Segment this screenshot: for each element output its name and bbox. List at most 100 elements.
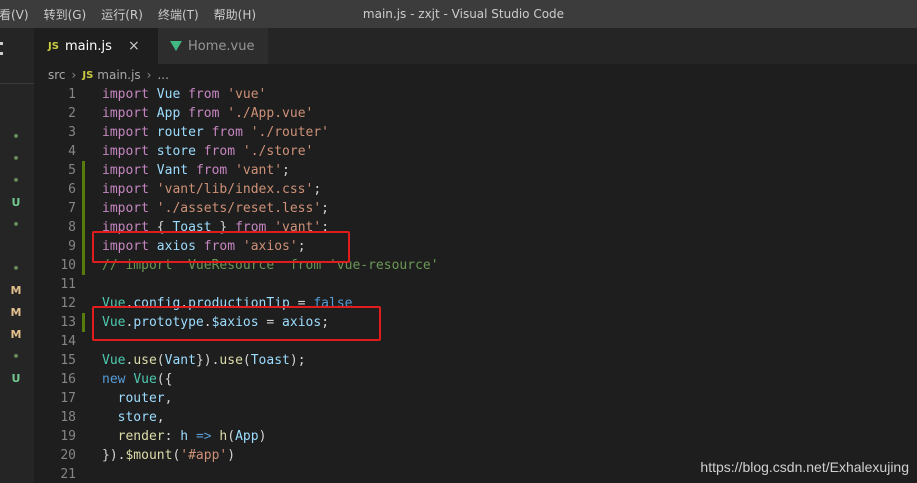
vue-file-icon — [170, 41, 182, 51]
tab-label: main.js — [64, 38, 112, 54]
breadcrumb-symbol[interactable]: ... — [157, 68, 168, 82]
git-change-marker — [82, 218, 85, 237]
code-token: '#app' — [180, 448, 228, 463]
line-number: 20 — [60, 448, 76, 463]
code-line[interactable]: 3 import router from './router' — [34, 123, 917, 142]
code-token: App — [235, 429, 259, 444]
breadcrumb-folder[interactable]: src — [48, 68, 66, 82]
code-text: router, — [102, 389, 173, 408]
code-line[interactable]: 17 router, — [34, 389, 917, 408]
code-line[interactable]: 5 import Vant from 'vant'; — [34, 161, 917, 180]
close-icon[interactable]: × — [128, 38, 140, 54]
code-token: ; — [282, 163, 290, 178]
highlight-box-axios-import — [92, 231, 350, 263]
code-token: }). — [102, 448, 126, 463]
line-number: 8 — [68, 220, 76, 235]
code-text: import App from './App.vue' — [102, 104, 313, 123]
line-number: 1 — [68, 87, 76, 102]
code-line[interactable]: 6 import 'vant/lib/index.css'; — [34, 180, 917, 199]
code-token: 'vant/lib/index.css' — [156, 182, 314, 197]
code-line[interactable]: 16 new Vue({ — [34, 370, 917, 389]
code-text: import store from './store' — [102, 142, 313, 161]
line-number: 15 — [60, 353, 76, 368]
code-token: : — [164, 429, 181, 444]
code-token: ) — [227, 448, 236, 463]
js-file-icon: JS — [48, 40, 59, 52]
code-token: './assets/reset.less' — [156, 201, 322, 216]
code-line[interactable]: 15 Vue.use(Vant}).use(Toast); — [34, 351, 917, 370]
line-number: 19 — [60, 429, 76, 444]
git-change-marker — [82, 180, 85, 199]
code-line[interactable]: 1 import Vue from 'vue' — [34, 85, 917, 104]
code-token: import — [102, 144, 149, 159]
code-line[interactable]: 7 import './assets/reset.less'; — [34, 199, 917, 218]
git-status-mark: U — [11, 196, 21, 209]
code-token: from — [203, 144, 236, 159]
code-text: import Vant from 'vant'; — [102, 161, 290, 180]
code-token: Vant — [156, 163, 189, 178]
code-token: from — [188, 87, 220, 102]
code-token: Toast — [250, 353, 290, 368]
git-change-marker — [82, 161, 85, 180]
chevron-right-icon: › — [146, 68, 152, 82]
line-number: 17 — [60, 391, 76, 406]
git-status-mark: M — [10, 328, 22, 341]
code-text: store, — [102, 408, 165, 427]
git-status-mark: M — [10, 284, 22, 297]
highlight-box-axios-prototype — [92, 306, 381, 341]
code-line[interactable]: 19 render: h => h(App) — [34, 427, 917, 446]
code-token: => — [195, 429, 212, 444]
code-token: from — [188, 106, 220, 121]
code-editor[interactable]: 1 import Vue from 'vue' 2 import App from '… — [34, 86, 917, 483]
code-token: , — [156, 410, 165, 425]
breadcrumb-file[interactable]: main.js — [97, 68, 140, 82]
git-change-marker — [82, 237, 85, 256]
code-line[interactable]: 11 — [34, 275, 917, 294]
line-number: 12 — [60, 296, 76, 311]
code-line[interactable]: 18 store, — [34, 408, 917, 427]
line-number: 6 — [68, 182, 76, 197]
code-text: import Vue from 'vue' — [102, 85, 266, 104]
divider — [0, 83, 34, 84]
tab-main-js[interactable]: JS main.js × — [34, 28, 158, 64]
code-text: Vue.use(Vant}).use(Toast); — [102, 351, 306, 370]
git-status-mark: • — [12, 262, 20, 275]
git-change-marker — [82, 256, 85, 275]
tab-home-vue[interactable]: Home.vue — [158, 28, 268, 64]
code-token: ) — [258, 429, 267, 444]
code-line[interactable]: 4 import store from './store' — [34, 142, 917, 161]
code-token: Vue — [156, 87, 181, 102]
code-token: new — [102, 372, 126, 387]
code-token: from — [195, 163, 228, 178]
line-number: 10 — [60, 258, 76, 273]
code-token: './App.vue' — [227, 106, 314, 121]
code-token: router — [156, 125, 204, 140]
explorer-edge — [0, 36, 4, 76]
line-number: 13 — [60, 315, 76, 330]
line-number: 9 — [68, 239, 76, 254]
git-status-mark: • — [12, 130, 20, 143]
breadcrumb: src › JS main.js › ... — [48, 64, 169, 86]
code-token: import — [102, 125, 149, 140]
code-token: import — [102, 106, 149, 121]
code-token: 'vant' — [235, 163, 283, 178]
code-token: ); — [289, 353, 306, 368]
code-text: render: h => h(App) — [102, 427, 267, 446]
code-line[interactable]: 2 import App from './App.vue' — [34, 104, 917, 123]
line-number: 16 — [60, 372, 76, 387]
git-change-marker — [82, 199, 85, 218]
git-status-mark: U — [11, 372, 21, 385]
code-token: from — [211, 125, 243, 140]
